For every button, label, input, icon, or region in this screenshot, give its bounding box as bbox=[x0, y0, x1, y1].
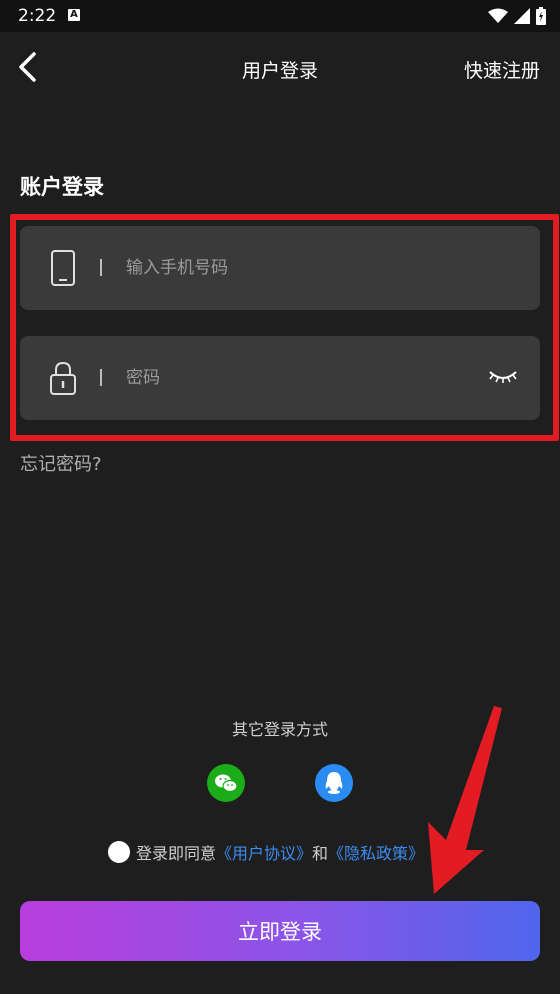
privacy-policy-link[interactable]: 《隐私政策》 bbox=[328, 840, 424, 864]
wechat-login-button[interactable] bbox=[207, 764, 245, 802]
forgot-password-link[interactable]: 忘记密码? bbox=[20, 450, 102, 476]
wifi-icon bbox=[488, 8, 508, 23]
phone-input[interactable] bbox=[126, 248, 466, 288]
status-bar: 2:22 A bbox=[0, 0, 560, 32]
agreement-conjunction: 和 bbox=[312, 844, 329, 863]
field-separator bbox=[100, 259, 102, 276]
wechat-icon bbox=[215, 774, 238, 793]
qq-login-button[interactable] bbox=[315, 764, 353, 802]
phone-field bbox=[20, 226, 540, 310]
user-agreement-link[interactable]: 《用户协议》 bbox=[216, 840, 312, 864]
eye-closed-icon[interactable] bbox=[488, 366, 518, 386]
field-separator bbox=[100, 369, 102, 386]
login-button[interactable]: 立即登录 bbox=[20, 901, 540, 961]
lock-icon bbox=[50, 361, 76, 395]
nav-bar: 用户登录 快速注册 bbox=[0, 32, 560, 104]
battery-icon bbox=[536, 7, 546, 25]
signal-icon bbox=[514, 8, 530, 24]
password-input[interactable] bbox=[126, 358, 466, 398]
account-login-heading: 账户登录 bbox=[20, 175, 104, 199]
quick-register-button[interactable]: 快速注册 bbox=[464, 56, 540, 83]
agreement-row: 登录即同意 《用户协议》 和 《隐私政策》 bbox=[108, 840, 424, 864]
status-time: 2:22 bbox=[18, 6, 57, 26]
agreement-radio[interactable] bbox=[108, 841, 130, 863]
notification-a-icon: A bbox=[68, 9, 80, 21]
agreement-prefix: 登录即同意 bbox=[136, 844, 217, 863]
password-field bbox=[20, 336, 540, 420]
other-login-title: 其它登录方式 bbox=[231, 720, 328, 739]
status-icons bbox=[488, 7, 546, 25]
qq-icon bbox=[325, 772, 343, 794]
phone-icon bbox=[51, 250, 75, 286]
